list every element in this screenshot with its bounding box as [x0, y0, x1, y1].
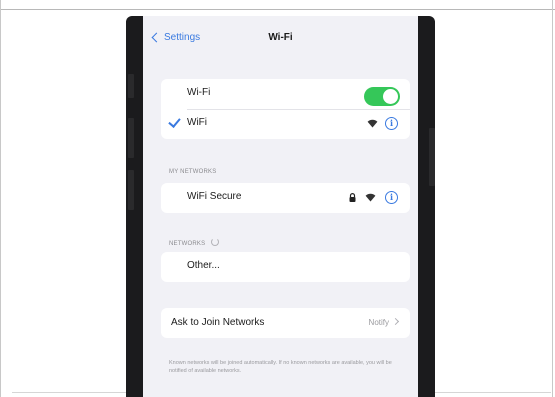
- toggle-knob: [383, 89, 398, 104]
- ask-to-join-label: Ask to Join Networks: [171, 317, 265, 328]
- ask-to-join-card: Ask to Join Networks Notify: [161, 308, 410, 338]
- ask-to-join-value-text: Notify: [368, 318, 389, 327]
- page-title: Wi-Fi: [268, 32, 293, 43]
- wifi-toggle-row: Wi-Fi: [161, 79, 410, 109]
- wifi-signal-icon: [367, 119, 378, 128]
- checkmark-icon: [168, 115, 181, 128]
- lock-icon: [349, 193, 356, 202]
- info-icon[interactable]: i: [385, 191, 398, 204]
- power-button: [429, 128, 435, 186]
- mute-switch: [128, 74, 134, 98]
- ask-to-join-row[interactable]: Ask to Join Networks Notify: [161, 308, 410, 338]
- network-name: WiFi Secure: [187, 191, 242, 202]
- my-networks-card: WiFi Secure i: [161, 183, 410, 213]
- other-network-label: Other...: [187, 260, 220, 271]
- my-networks-header: MY NETWORKS: [169, 169, 217, 175]
- connected-network-name: WiFi: [187, 117, 207, 128]
- wifi-status-card: Wi-Fi WiFi i: [161, 79, 410, 139]
- networks-header: NETWORKS: [169, 238, 220, 247]
- loading-spinner-icon: [211, 238, 220, 246]
- navigation-bar: Settings Wi-Fi: [143, 16, 418, 62]
- ask-to-join-description: Known networks will be joined automatica…: [169, 360, 392, 374]
- volume-up-button: [128, 118, 134, 158]
- networks-card: Other...: [161, 252, 410, 282]
- connected-network-row[interactable]: WiFi i: [161, 109, 410, 139]
- network-row-wifi-secure[interactable]: WiFi Secure i: [161, 183, 410, 213]
- volume-down-button: [128, 170, 134, 210]
- other-network-row[interactable]: Other...: [161, 252, 410, 282]
- info-icon[interactable]: i: [385, 117, 398, 130]
- wifi-toggle-label: Wi-Fi: [187, 87, 211, 98]
- wifi-toggle-switch[interactable]: [364, 87, 400, 106]
- chevron-right-icon: [391, 317, 400, 326]
- ask-to-join-value: Notify: [368, 317, 400, 327]
- networks-header-label: NETWORKS: [169, 241, 206, 247]
- phone-screen: Settings Wi-Fi Wi-Fi WiFi i MY NETWORKS …: [143, 16, 418, 397]
- wifi-signal-icon: [365, 193, 376, 202]
